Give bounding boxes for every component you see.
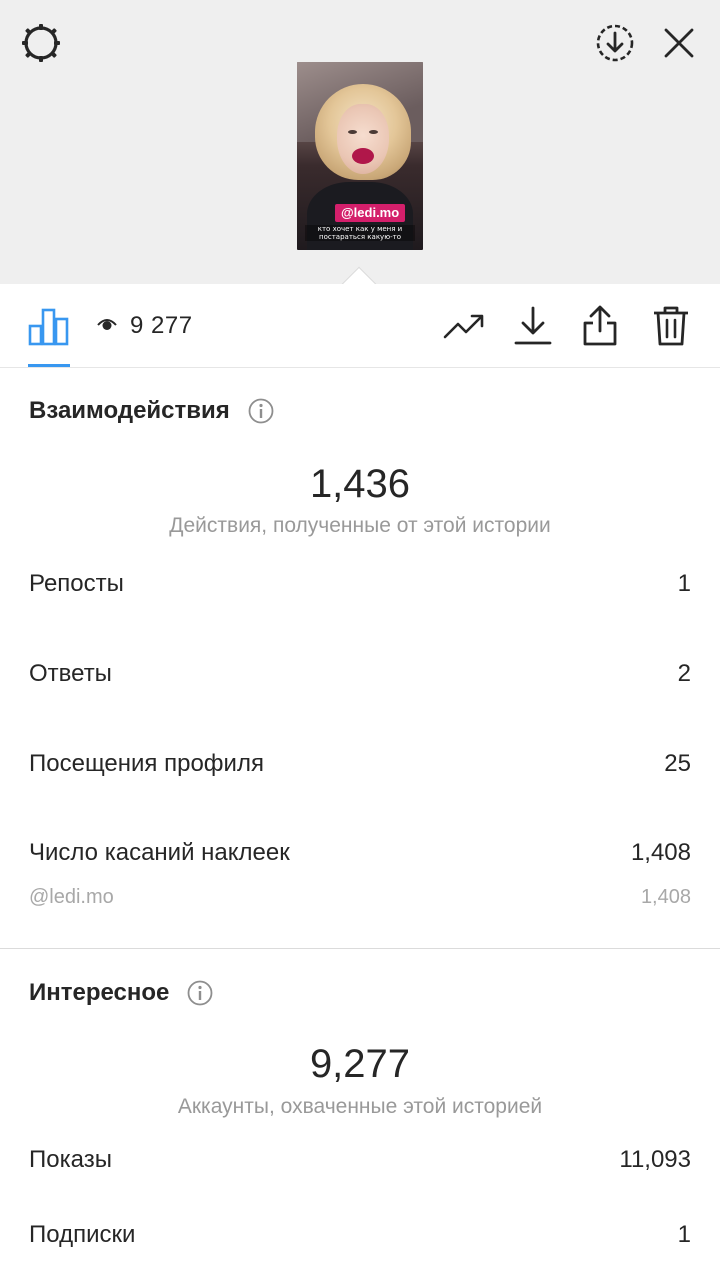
archive-download-icon[interactable] — [592, 20, 638, 66]
info-icon[interactable] — [187, 980, 213, 1006]
metric-value: 1 — [677, 570, 691, 597]
metric-row-reposts: Репосты 1 — [29, 570, 691, 598]
discovery-title: Интересное — [29, 979, 170, 1006]
trash-icon[interactable] — [648, 302, 694, 350]
metric-label: Показы — [29, 1146, 112, 1173]
interactions-title: Взаимодействия — [29, 397, 230, 424]
metric-label: Ответы — [29, 660, 112, 687]
metric-value: 11,093 — [619, 1146, 691, 1173]
metric-label: Посещения профиля — [29, 750, 264, 777]
views-counter: 9 277 — [96, 310, 193, 342]
views-count: 9 277 — [130, 312, 193, 339]
trending-up-icon[interactable] — [440, 306, 488, 346]
interactions-total: 1,436 — [309, 462, 411, 506]
metric-label: Репосты — [29, 570, 124, 597]
metric-value: 1 — [677, 1221, 691, 1248]
metric-value: 25 — [664, 750, 691, 777]
story-toolbar: 9 277 — [0, 284, 720, 368]
active-tab-indicator — [28, 364, 70, 367]
download-icon[interactable] — [510, 304, 556, 348]
share-icon[interactable] — [577, 302, 623, 350]
metric-value: 1,408 — [630, 839, 691, 866]
metric-row-replies: Ответы 2 — [29, 660, 691, 688]
mention-sticker: @ledi.mo — [335, 204, 406, 222]
section-divider — [0, 948, 720, 949]
interactions-section-title: Взаимодействия — [29, 397, 274, 425]
interactions-total-label: Действия, полученные от этой истории — [169, 514, 551, 537]
close-icon[interactable] — [656, 20, 702, 66]
metric-row-follows: Подписки 1 — [29, 1221, 691, 1249]
story-thumbnail[interactable]: @ledi.mo кто хочет как у меня и постарат… — [297, 62, 423, 250]
metric-subrow-sticker: @ledi.mo 1,408 — [29, 886, 691, 909]
story-preview-area: @ledi.mo кто хочет как у меня и постарат… — [0, 0, 720, 284]
discovery-total: 9,277 — [309, 1042, 411, 1086]
metric-value: 2 — [677, 660, 691, 687]
settings-gear-icon[interactable] — [18, 20, 64, 66]
discovery-section-title: Интересное — [29, 979, 213, 1007]
metric-label: Подписки — [29, 1221, 136, 1248]
sticker-handle: @ledi.mo — [29, 886, 114, 908]
story-caption: кто хочет как у меня и постараться какую… — [305, 225, 415, 241]
eye-icon — [96, 316, 118, 337]
metric-label: Число касаний наклеек — [29, 839, 290, 866]
info-icon[interactable] — [248, 398, 274, 424]
sticker-taps-value: 1,408 — [640, 886, 691, 908]
metric-row-impressions: Показы 11,093 — [29, 1146, 691, 1174]
metric-row-sticker-taps: Число касаний наклеек 1,408 — [29, 839, 691, 867]
metric-row-profile-visits: Посещения профиля 25 — [29, 750, 691, 778]
bar-chart-icon[interactable] — [24, 300, 74, 352]
discovery-total-label: Аккаунты, охваченные этой историей — [177, 1095, 543, 1118]
